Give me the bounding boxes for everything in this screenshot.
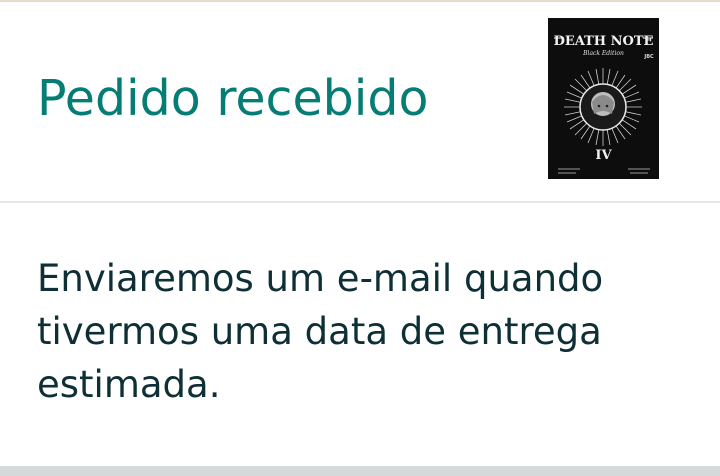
page-title: Pedido recebido (37, 70, 429, 127)
bottom-edge-bar (0, 466, 720, 476)
cover-title: DEATH NOTE (554, 34, 654, 49)
publisher-logo: JBC (643, 54, 654, 60)
product-thumbnail[interactable]: DEATH NOTE Black Edition JBC IV (548, 18, 659, 179)
section-divider (0, 201, 720, 203)
cover-subtitle: Black Edition (582, 50, 624, 57)
delivery-estimate-message: Enviaremos um e-mail quando tivermos uma… (37, 257, 604, 406)
order-status-header: Pedido recebido DEATH NOTE Black Edition… (0, 2, 720, 201)
cover-volume: IV (595, 148, 612, 163)
